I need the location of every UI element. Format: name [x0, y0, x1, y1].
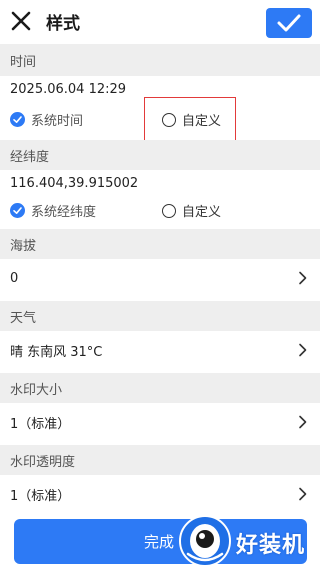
- radio-checked-icon: [10, 203, 25, 218]
- section-header-weather: 天气: [0, 301, 320, 331]
- latlng-value: 116.404,39.915002: [10, 175, 139, 191]
- watermark-opacity-value: 1（标准）: [10, 488, 71, 504]
- watermark-size-row[interactable]: 1（标准）: [0, 403, 320, 441]
- option-label: 系统经纬度: [31, 205, 97, 220]
- section-header-watermark-opacity: 水印透明度: [0, 445, 320, 475]
- chevron-right-icon: [299, 415, 307, 429]
- time-option-system[interactable]: 系统时间: [10, 110, 83, 129]
- watermark-size-value: 1（标准）: [10, 416, 71, 432]
- section-header-latlng: 经纬度: [0, 140, 320, 170]
- time-value: 2025.06.04 12:29: [10, 81, 127, 97]
- weather-value: 晴 东南风 31°C: [10, 344, 103, 360]
- section-header-altitude: 海拔: [0, 229, 320, 259]
- chevron-right-icon: [299, 487, 307, 501]
- section-header-watermark-size: 水印大小: [0, 373, 320, 403]
- altitude-value: 0: [10, 270, 19, 286]
- close-button[interactable]: [8, 8, 34, 34]
- latlng-option-system[interactable]: 系统经纬度: [10, 201, 96, 220]
- check-icon: [277, 14, 301, 32]
- watermark-opacity-row[interactable]: 1（标准）: [0, 475, 320, 513]
- page-title: 样式: [46, 14, 80, 34]
- watermark-text: 好装机: [236, 533, 306, 558]
- close-icon: [11, 11, 31, 31]
- latlng-value-row: 116.404,39.915002: [0, 170, 320, 196]
- radio-unchecked-icon: [162, 203, 176, 218]
- section-label: 水印大小: [10, 382, 63, 398]
- section-label: 经纬度: [10, 149, 50, 165]
- altitude-row[interactable]: 0: [0, 259, 320, 297]
- done-button-label: 完成: [144, 534, 175, 551]
- option-label: 自定义: [182, 205, 222, 220]
- chevron-right-icon: [299, 343, 307, 357]
- section-label: 天气: [10, 310, 37, 326]
- latlng-option-custom[interactable]: 自定义: [162, 201, 221, 220]
- option-label: 系统时间: [31, 114, 84, 129]
- top-bar: 样式: [0, 0, 320, 44]
- weather-row[interactable]: 晴 东南风 31°C: [0, 331, 320, 369]
- section-label: 水印透明度: [10, 454, 76, 470]
- section-label: 时间: [10, 54, 37, 70]
- watermark-logo-icon: [179, 515, 231, 567]
- section-label: 海拔: [10, 238, 37, 254]
- chevron-right-icon: [299, 271, 307, 285]
- radio-checked-icon: [10, 112, 25, 127]
- confirm-button[interactable]: [266, 8, 312, 38]
- section-header-time: 时间: [0, 44, 320, 76]
